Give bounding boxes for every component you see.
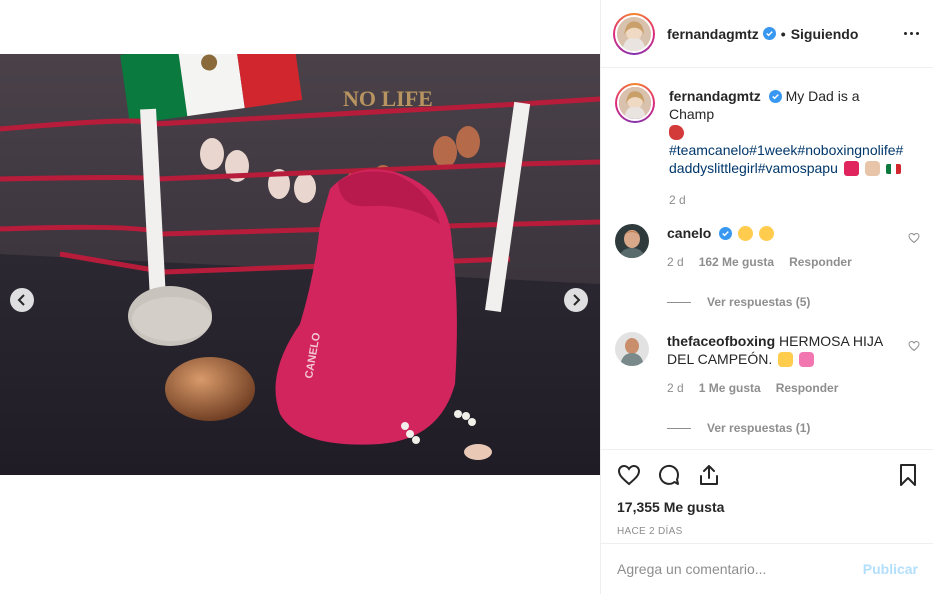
- heart-eyes-emoji-icon: [738, 226, 754, 241]
- commenter-avatar-image: [615, 224, 649, 258]
- chevron-left-icon: [17, 294, 25, 306]
- author-username[interactable]: fernandagmtz: [667, 26, 759, 42]
- comment-likes[interactable]: 1 Me gusta: [699, 379, 761, 397]
- view-replies-label: Ver respuestas (1): [707, 421, 811, 435]
- verified-badge-icon: [768, 90, 782, 103]
- verified-badge-icon: [719, 227, 733, 240]
- save-button[interactable]: [896, 463, 920, 487]
- author-avatar-image: [617, 16, 651, 51]
- likes-count[interactable]: 17,355 Me gusta: [617, 499, 920, 515]
- boxing-glove-emoji-icon: [669, 125, 684, 140]
- two-hearts-emoji-icon: [799, 352, 815, 367]
- comment-time[interactable]: 2 d: [667, 253, 684, 271]
- fist-emoji-icon: [864, 161, 880, 176]
- following-button[interactable]: Siguiendo: [791, 26, 859, 42]
- follow-separator: •: [780, 25, 786, 42]
- post-header: fernandagmtz • Siguiendo: [601, 0, 933, 68]
- comment-input[interactable]: [617, 561, 863, 577]
- add-comment-bar: Publicar: [601, 543, 933, 594]
- view-replies-button[interactable]: Ver respuestas (1): [667, 421, 920, 435]
- publish-button[interactable]: Publicar: [863, 561, 918, 577]
- comment-like-heart-icon[interactable]: [908, 340, 920, 352]
- comment-username[interactable]: canelo: [667, 225, 711, 241]
- post-photo[interactable]: NO LIFE CANELO: [0, 54, 600, 475]
- bookmark-icon: [900, 464, 916, 486]
- share-button[interactable]: [697, 463, 721, 487]
- reply-button[interactable]: Responder: [789, 253, 852, 271]
- more-options-icon[interactable]: [904, 32, 919, 35]
- comment-icon: [659, 464, 680, 485]
- like-button[interactable]: [617, 463, 641, 487]
- verified-badge-icon: [762, 27, 776, 40]
- relieved-emoji-icon: [759, 226, 775, 241]
- share-icon: [700, 465, 718, 485]
- view-replies-label: Ver respuestas (5): [707, 295, 811, 309]
- flexed-biceps-emoji-icon: [778, 352, 794, 367]
- comment-time[interactable]: 2 d: [667, 379, 684, 397]
- caption: fernandagmtz My Dad is a Champ #teamcane…: [615, 83, 920, 209]
- comment-username[interactable]: thefaceofboxing: [667, 333, 775, 349]
- mexico-flag-emoji-icon: [885, 164, 901, 174]
- comments-list[interactable]: fernandagmtz My Dad is a Champ #teamcane…: [601, 69, 933, 449]
- commenter-avatar[interactable]: [615, 224, 649, 258]
- post-media: NO LIFE CANELO: [0, 0, 600, 594]
- chevron-right-icon: [573, 294, 581, 306]
- post-time-ago[interactable]: HACE 2 DÍAS: [617, 526, 920, 537]
- heart-icon: [617, 464, 641, 486]
- comment-item: thefaceofboxing HERMOSA HIJA DEL CAMPEÓN…: [615, 332, 920, 397]
- previous-photo-button[interactable]: [10, 288, 34, 312]
- commenter-avatar-image: [615, 332, 649, 366]
- caption-avatar-image: [617, 85, 653, 121]
- comment-item: canelo 2 d 162 Me gusta Responder: [615, 224, 920, 271]
- caption-author-avatar[interactable]: [615, 83, 655, 123]
- red-heart-emoji-icon: [843, 161, 859, 176]
- post-actions: 17,355 Me gusta HACE 2 DÍAS: [601, 449, 933, 537]
- comment-likes[interactable]: 162 Me gusta: [699, 253, 774, 271]
- caption-time[interactable]: 2 d: [669, 191, 686, 209]
- next-photo-button[interactable]: [564, 288, 588, 312]
- author-avatar[interactable]: [613, 12, 655, 55]
- comment-like-heart-icon[interactable]: [908, 232, 920, 244]
- photo-illustration: NO LIFE CANELO: [0, 54, 600, 475]
- reply-button[interactable]: Responder: [776, 379, 839, 397]
- view-replies-button[interactable]: Ver respuestas (5): [667, 295, 920, 309]
- post-side-panel: fernandagmtz • Siguiendo fernandagmtz My…: [600, 0, 933, 594]
- commenter-avatar[interactable]: [615, 332, 649, 366]
- caption-username[interactable]: fernandagmtz: [669, 88, 761, 104]
- comment-button[interactable]: [657, 463, 681, 487]
